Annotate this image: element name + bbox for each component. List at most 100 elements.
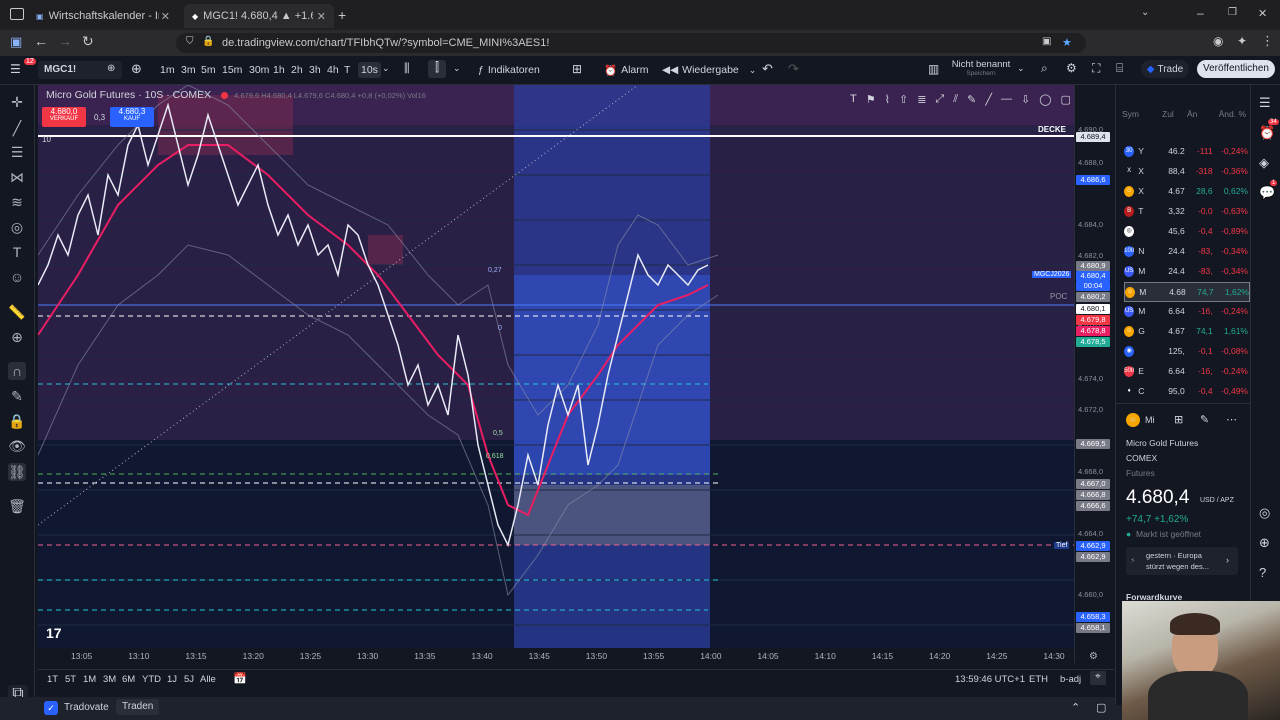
range-1J[interactable]: 1J <box>167 674 177 685</box>
menu-dots-icon[interactable]: ⋮ <box>1261 33 1274 49</box>
maximize-panel-icon[interactable]: ▢ <box>1096 701 1106 714</box>
forward-icon[interactable]: → <box>58 33 72 49</box>
watchlist-row[interactable]: X X 88,4 -318 -0,36% <box>1124 162 1248 180</box>
watchlist-row[interactable]: ◎ 45,6 -0,4 -0,89% <box>1124 222 1248 240</box>
range-3M[interactable]: 3M <box>103 674 116 685</box>
arrow-down-icon[interactable]: ⇩ <box>1021 93 1030 111</box>
fib-icon[interactable]: ≋ <box>8 193 26 211</box>
templates-icon[interactable]: ⊞ <box>572 62 582 76</box>
chart-canvas[interactable] <box>38 85 1074 648</box>
zigzag-icon[interactable]: ⌇ <box>885 93 890 111</box>
redo-icon[interactable]: ↷ <box>788 61 799 77</box>
pulse-icon[interactable]: ⊕ <box>1259 535 1270 551</box>
arrow-up-icon[interactable]: ⇧ <box>899 93 908 111</box>
back-icon[interactable]: ← <box>34 33 48 49</box>
eye-icon[interactable]: 👁 <box>8 437 26 455</box>
undo-icon[interactable]: ↶ <box>762 61 773 77</box>
edit-icon[interactable]: ✎ <box>1200 413 1209 426</box>
timeframe-1h[interactable]: 1h <box>273 62 285 78</box>
watchlist-row[interactable]: ♦ C 95,0 -0,4 -0,49% <box>1124 382 1248 400</box>
trade-button[interactable]: ◆ Trade <box>1141 60 1189 78</box>
chat-icon[interactable]: 💬 <box>1259 185 1275 201</box>
watchlist-row[interactable]: 30 Y 46.2 -111 -0,24% <box>1124 142 1248 160</box>
alarm-button[interactable]: ⏰ Alarm <box>604 62 649 78</box>
range-Alle[interactable]: Alle <box>200 674 216 685</box>
line-icon[interactable]: ╱ <box>985 93 992 111</box>
bookmark-star-icon[interactable]: ★ <box>1062 36 1072 49</box>
broker-name[interactable]: Tradovate <box>64 702 109 713</box>
workspace-icon[interactable]: ▣ <box>10 34 22 50</box>
detail-name[interactable]: Micro Gold Futures <box>1126 438 1198 448</box>
more-options-icon[interactable]: ⋯ <box>1226 413 1237 426</box>
alerts-clock-icon[interactable]: ⏰ <box>1259 125 1275 141</box>
ruler-icon[interactable]: 📏 <box>8 303 26 321</box>
minimize-icon[interactable]: – <box>1197 6 1204 20</box>
new-tab-icon[interactable]: + <box>338 7 346 23</box>
col-change[interactable]: Än <box>1187 109 1212 123</box>
timeframe-3h[interactable]: 3h <box>309 62 321 78</box>
sidebar-toggle-icon[interactable] <box>10 8 24 20</box>
col-symbol[interactable]: Sym <box>1122 109 1162 123</box>
indicators-button[interactable]: ƒ Indikatoren <box>478 62 540 78</box>
zoom-icon[interactable]: ⊕ <box>8 328 26 346</box>
circle-icon[interactable]: ◯ <box>1039 93 1051 111</box>
watchlist-row[interactable]: ☺ X 4.67 28,6 0,62% <box>1124 182 1248 200</box>
lines-icon[interactable]: ≣ <box>917 93 926 111</box>
timeframe-30m[interactable]: 30m <box>249 62 269 78</box>
time-axis[interactable]: 13:05 13:10 13:15 13:20 13:25 13:30 13:35 13:40… <box>38 648 1074 664</box>
watchlist-row[interactable]: B T 3,32 -0,0 -0,63% <box>1124 202 1248 220</box>
pencil-lock-icon[interactable]: ✎ <box>8 387 26 405</box>
layers-icon[interactable]: ◈ <box>1259 155 1269 171</box>
price-chart[interactable]: Micro Gold Futures · 10S · COMEX 4.679,6… <box>38 85 1074 648</box>
trash-icon[interactable]: 🗑 <box>8 497 26 515</box>
buy-button[interactable]: 4.680,3 KAUF <box>110 107 154 127</box>
horizontal-lines-icon[interactable]: ☰ <box>8 143 26 161</box>
watchlist-row[interactable]: ◉ 125, -0,1 -0,08% <box>1124 342 1248 360</box>
watchlist-row[interactable]: US M 6.64 -16, -0,24% <box>1124 302 1248 320</box>
axis-settings-gear-icon[interactable]: ⚙ <box>1089 651 1098 662</box>
compare-icon[interactable]: ⊕ <box>107 63 115 74</box>
price-axis[interactable]: 4.690,04.688,04.684,04.682,04.678,04.674… <box>1074 85 1115 663</box>
flag-icon[interactable]: ⚑ <box>866 93 876 111</box>
sell-button[interactable]: 4.680,0 VERKAUF <box>42 107 86 127</box>
grid-view-icon[interactable]: ⊞ <box>1174 413 1183 426</box>
close-icon[interactable]: ✕ <box>161 10 170 23</box>
emoji-icon[interactable]: ☺ <box>8 268 26 286</box>
target-icon[interactable]: ◎ <box>1259 505 1270 521</box>
layout-name-button[interactable]: Nicht benannt Speichern <box>946 59 1016 81</box>
pattern-icon[interactable]: ⋈ <box>8 168 26 186</box>
timeframe-5m[interactable]: 5m <box>201 62 216 78</box>
timeframe-3m[interactable]: 3m <box>181 62 196 78</box>
layout-icon[interactable]: ▥ <box>928 62 939 76</box>
col-change-pct[interactable]: Änd. % <box>1212 109 1246 123</box>
news-card[interactable]: ⚡ gestern · Europa stürzt wegen des... › <box>1126 547 1238 575</box>
hline-icon[interactable]: ― <box>1001 93 1012 111</box>
shapes-icon[interactable]: ◎ <box>8 218 26 236</box>
add-symbol-icon[interactable]: ⊕ <box>131 61 142 77</box>
chevron-down-icon[interactable]: ⌄ <box>1017 63 1025 74</box>
range-5T[interactable]: 5T <box>65 674 76 685</box>
screenshot-icon[interactable]: ▣ <box>1042 36 1051 47</box>
adjustment-toggle[interactable]: b-adj <box>1060 674 1081 685</box>
range-YTD[interactable]: YTD <box>142 674 161 685</box>
link-icon[interactable]: ⛓ <box>8 463 26 481</box>
col-last[interactable]: Zul <box>1162 109 1187 123</box>
rectangle-icon[interactable]: ▢ <box>1061 93 1071 111</box>
crosshair-icon[interactable]: ✛ <box>8 93 26 111</box>
ray-icon[interactable]: ⤢ <box>935 93 944 111</box>
timeframe-10s[interactable]: 10s <box>358 62 381 78</box>
profile-icon[interactable]: ◉ <box>1213 34 1223 48</box>
range-1M[interactable]: 1M <box>83 674 96 685</box>
trend-line-icon[interactable]: ╱ <box>8 119 26 137</box>
user-menu-icon[interactable]: ☰ <box>10 62 21 76</box>
search-icon[interactable]: ⌕ <box>1041 61 1048 76</box>
symbol-search[interactable]: MGC1! ⊕ <box>38 61 122 79</box>
chevron-down-icon[interactable]: ⌄ <box>382 63 390 74</box>
channel-icon[interactable]: ⫽ <box>953 93 958 111</box>
window-close-icon[interactable]: ✕ <box>1258 7 1267 20</box>
chevron-up-icon[interactable]: ⌃ <box>1071 701 1080 714</box>
watchlist-icon[interactable]: ☰ <box>1259 95 1271 111</box>
session-toggle[interactable]: ETH <box>1029 674 1048 685</box>
timeframe-15m[interactable]: 15m <box>222 62 242 78</box>
brush-icon[interactable]: ✎ <box>967 93 976 111</box>
